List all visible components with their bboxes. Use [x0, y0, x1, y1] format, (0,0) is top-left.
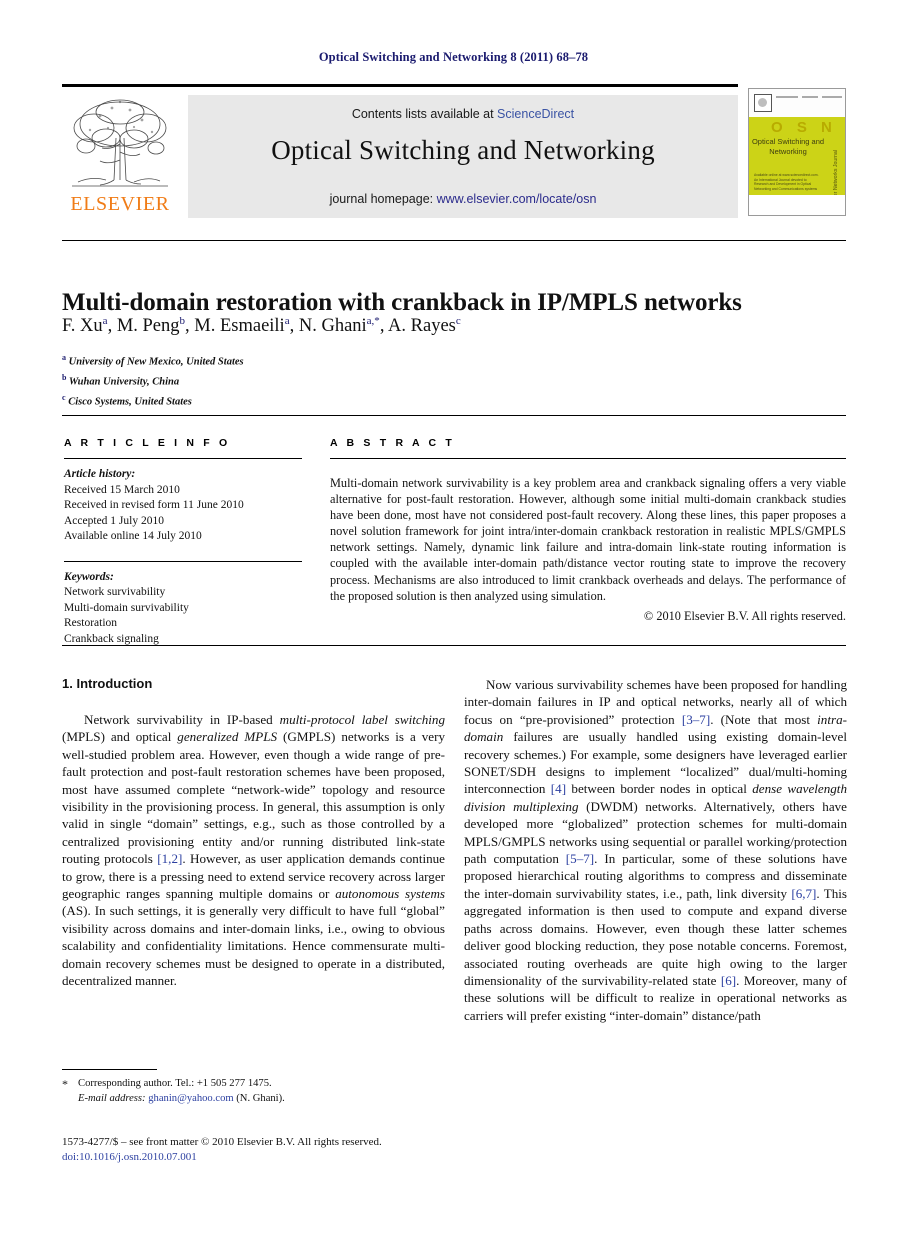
- cover-header-line-1: [776, 96, 798, 98]
- cover-color-band: O S N Optical Switching and Networking A…: [749, 117, 845, 215]
- author-1: M. Pengb: [116, 315, 186, 337]
- keywords-rule: [64, 560, 302, 562]
- cover-blurb: Available online at www.sciencedirect.co…: [754, 173, 819, 191]
- journal-masthead: ELSEVIER Contents lists available at Sci…: [62, 84, 846, 218]
- elsevier-wordmark: ELSEVIER: [70, 193, 170, 215]
- keyword-0: Network survivability: [64, 586, 166, 598]
- journal-banner: Contents lists available at ScienceDirec…: [188, 95, 738, 218]
- abstract-rule: [330, 458, 846, 459]
- body-column-right: Now various survivability schemes have b…: [464, 676, 847, 1024]
- cover-journal-title: Optical Switching and Networking: [751, 137, 825, 156]
- info-band-bottom-rule: [62, 645, 846, 646]
- abstract-text: Multi-domain network survivability is a …: [330, 476, 846, 603]
- affiliation-b: b Wuhan University, China: [62, 373, 180, 388]
- history-item-0: Received 15 March 2010: [64, 483, 180, 496]
- author-1-marks: b: [179, 315, 186, 327]
- keywords-group: Keywords: Network survivability Multi-do…: [64, 570, 302, 648]
- author-0-marks: a: [102, 315, 108, 327]
- keyword-2: Restoration: [64, 617, 118, 629]
- email-link[interactable]: ghanin@yahoo.com: [148, 1093, 233, 1104]
- paper-page: Optical Switching and Networking 8 (2011…: [0, 0, 907, 1238]
- footnote-marker: *: [62, 1077, 68, 1091]
- contents-prefix: Contents lists available at: [351, 107, 498, 121]
- author-list: F. Xua, M. Pengb, M. Esmaeilia, N. Ghani…: [62, 315, 461, 337]
- journal-cover-thumbnail: O S N Optical Switching and Networking A…: [748, 88, 846, 216]
- footnote-separator-rule: [62, 1069, 157, 1070]
- title-separator-rule: [62, 240, 846, 241]
- author-2: M. Esmaeilia: [194, 315, 290, 337]
- footnote-lines: Corresponding author. Tel.: +1 505 277 1…: [78, 1077, 445, 1106]
- issn-line: 1573-4277/$ – see front matter © 2010 El…: [62, 1136, 382, 1148]
- history-item-1: Received in revised form 11 June 2010: [64, 499, 244, 511]
- section-heading-introduction: 1. Introduction: [62, 676, 153, 691]
- cover-bottom-area: [749, 195, 845, 215]
- article-info-column: A R T I C L E I N F O Article history: R…: [64, 437, 302, 647]
- footnote-block: * Corresponding author. Tel.: +1 505 277…: [62, 1077, 445, 1106]
- cover-top-area: [749, 89, 845, 117]
- page-title: Multi-domain restoration with crankback …: [62, 288, 742, 316]
- cover-acronym: O S N: [771, 119, 837, 136]
- paragraph-intro-2: Now various survivability schemes have b…: [464, 677, 848, 1023]
- author-0: F. Xua: [62, 315, 108, 337]
- email-suffix: (N. Ghani).: [236, 1092, 285, 1104]
- affiliation-a: a University of New Mexico, United State…: [62, 353, 244, 368]
- author-3: N. Ghania,*: [298, 315, 380, 337]
- masthead-top-rule: [62, 84, 738, 87]
- email-note: E-mail address: ghanin@yahoo.com (N. Gha…: [78, 1092, 445, 1107]
- contents-available-line: Contents lists available at ScienceDirec…: [188, 107, 738, 121]
- imprint-block: 1573-4277/$ – see front matter © 2010 El…: [62, 1135, 462, 1165]
- author-4: A. Rayesc: [388, 315, 461, 337]
- keyword-1: Multi-domain survivability: [64, 601, 189, 614]
- journal-title: Optical Switching and Networking: [271, 135, 655, 165]
- citation-6-7[interactable]: [6,7]: [791, 886, 816, 901]
- paragraph-intro-1: Network survivability in IP-based multi-…: [62, 712, 445, 989]
- email-label: E-mail address:: [78, 1092, 146, 1104]
- citation-6[interactable]: [6]: [721, 973, 736, 988]
- running-head: Optical Switching and Networking 8 (2011…: [318, 50, 589, 64]
- body-column-left: 1. Introduction Network survivability in…: [62, 676, 445, 990]
- elsevier-tree-icon: [72, 99, 168, 187]
- author-2-marks: a: [284, 315, 290, 327]
- corresponding-author-note: Corresponding author. Tel.: +1 505 277 1…: [78, 1078, 272, 1089]
- abstract-heading: A B S T R A C T: [330, 437, 455, 449]
- elsevier-logo: ELSEVIER: [64, 94, 176, 218]
- keywords-label: Keywords:: [64, 570, 114, 583]
- sciencedirect-link[interactable]: ScienceDirect: [497, 107, 574, 121]
- citation-3-7[interactable]: [3–7]: [682, 712, 710, 727]
- citation-4[interactable]: [4]: [551, 781, 566, 796]
- citation-5-7[interactable]: [5–7]: [566, 851, 594, 866]
- author-4-marks: c: [455, 315, 461, 327]
- journal-homepage-link[interactable]: www.elsevier.com/locate/osn: [437, 192, 597, 206]
- article-history-group: Article history: Received 15 March 2010 …: [64, 467, 302, 545]
- affiliation-list: a University of New Mexico, United State…: [62, 350, 846, 410]
- cover-header-line-3: [822, 96, 842, 98]
- citation-1-2[interactable]: [1,2]: [157, 851, 182, 866]
- article-history-label: Article history:: [64, 468, 136, 480]
- homepage-prefix: journal homepage:: [329, 192, 437, 206]
- cover-publisher-mark-icon: [754, 94, 772, 112]
- article-info-rule: [64, 458, 302, 459]
- history-item-2: Accepted 1 July 2010: [64, 514, 164, 527]
- journal-homepage-line: journal homepage: www.elsevier.com/locat…: [188, 192, 738, 206]
- abstract-copyright: © 2010 Elsevier B.V. All rights reserved…: [643, 608, 846, 623]
- article-info-heading: A R T I C L E I N F O: [64, 437, 231, 449]
- doi-link[interactable]: doi:10.1016/j.osn.2010.07.001: [62, 1150, 462, 1165]
- abstract-column: A B S T R A C T Multi-domain network sur…: [330, 437, 846, 624]
- info-band-top-rule: [62, 415, 846, 416]
- history-item-3: Available online 14 July 2010: [64, 530, 202, 542]
- author-3-marks: a,*: [366, 315, 380, 327]
- cover-header-line-2: [802, 96, 818, 98]
- affiliation-c: c Cisco Systems, United States: [62, 393, 192, 408]
